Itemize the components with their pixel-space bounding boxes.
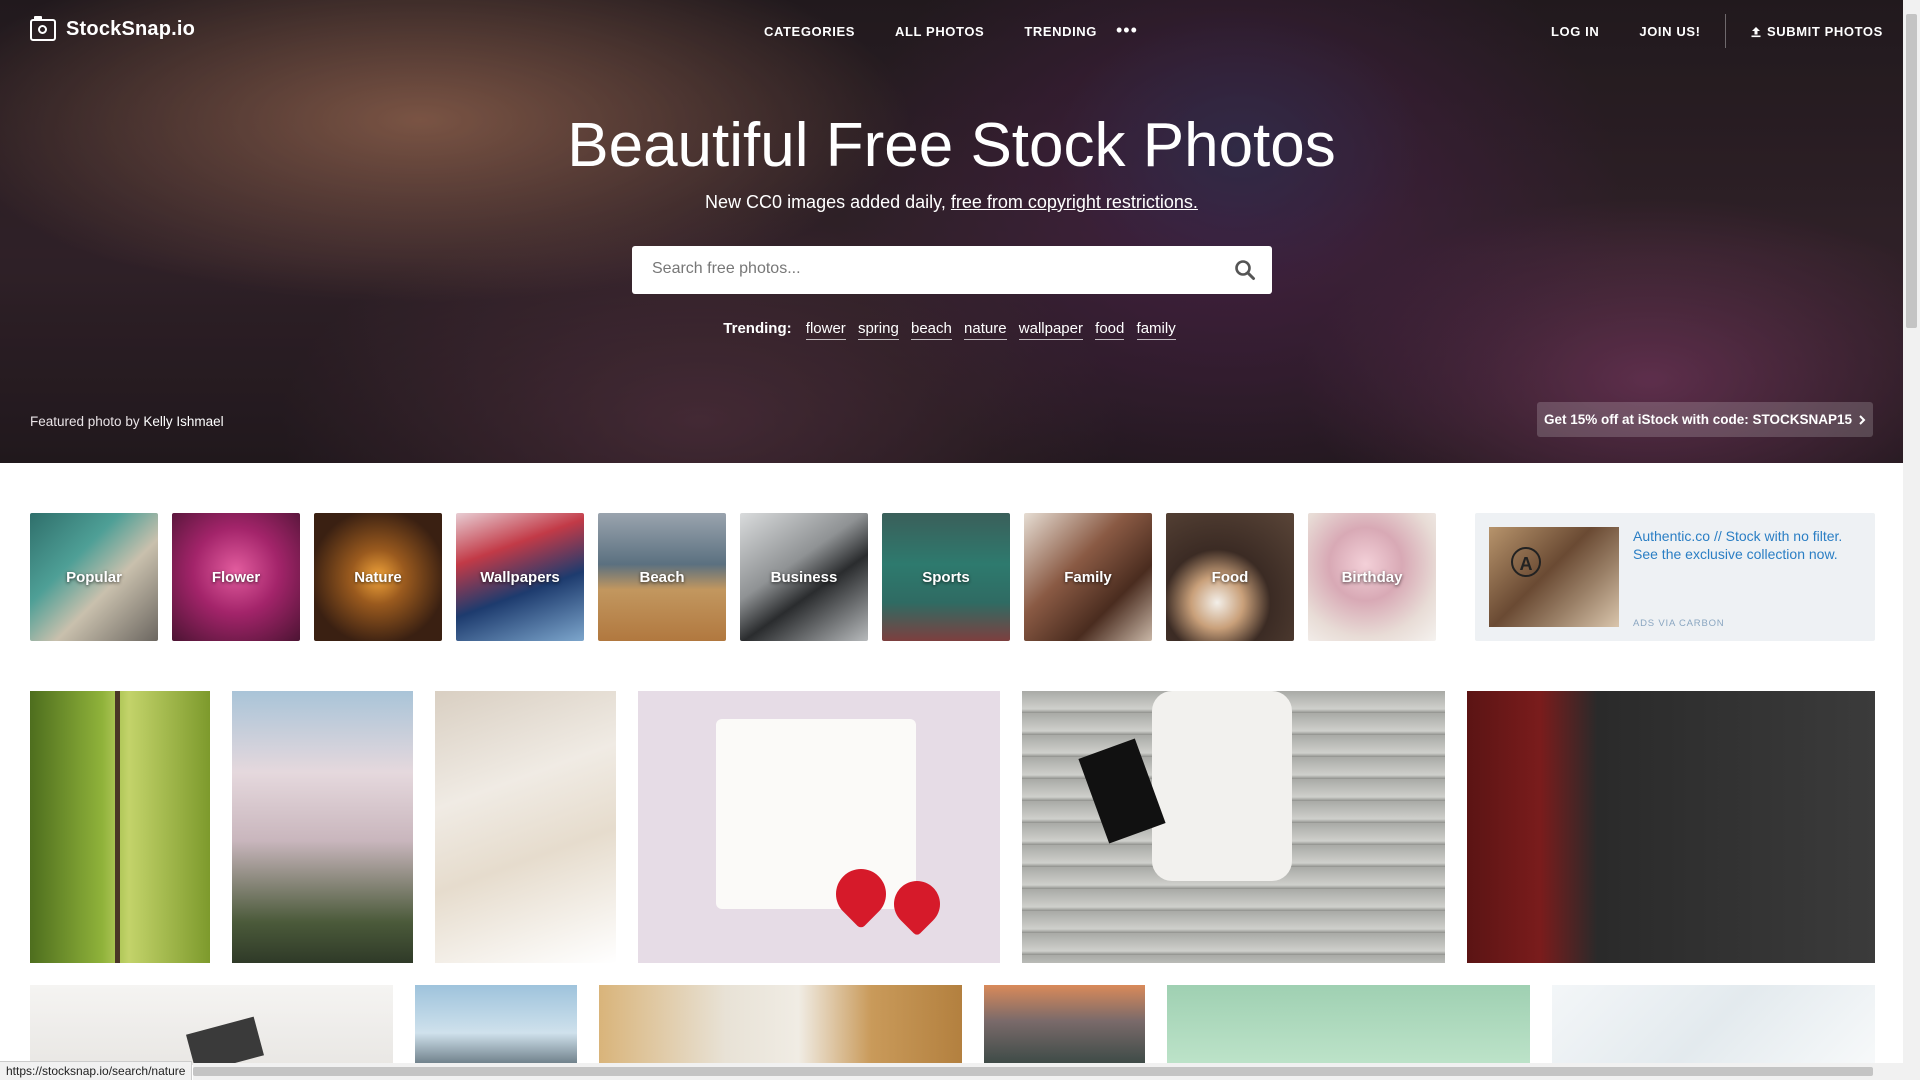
join-link[interactable]: JOIN US!	[1639, 24, 1700, 39]
photo-mint-background[interactable]	[1167, 985, 1530, 1065]
upload-icon	[1751, 26, 1761, 37]
ad-text[interactable]: Authentic.co // Stock with no filter. Se…	[1633, 527, 1865, 563]
hero-overlay	[0, 0, 1903, 463]
vertical-scrollbar[interactable]	[1903, 0, 1920, 1080]
status-bar-url: https://stocksnap.io/search/nature	[0, 1061, 193, 1080]
category-label: Flower	[211, 568, 261, 586]
category-label: Birthday	[1341, 568, 1403, 586]
trending-label: Trending:	[723, 320, 792, 337]
photo-paper-hearts[interactable]	[638, 691, 1000, 963]
logo[interactable]: StockSnap.io	[30, 15, 196, 41]
istock-promo-button[interactable]: Get 15% off at iStock with code: STOCKSN…	[1537, 402, 1873, 437]
category-tiles: Popular Flower Nature Wallpapers Beach B…	[30, 513, 1436, 641]
submit-photos-button[interactable]: SUBMIT PHOTOS	[1750, 24, 1883, 39]
category-label: Beach	[639, 568, 685, 586]
hero-banner: StockSnap.io CATEGORIES ALL PHOTOS TREND…	[0, 0, 1903, 463]
more-menu-icon[interactable]: •••	[1116, 20, 1138, 41]
carbon-ad[interactable]: A Authentic.co // Stock with no filter. …	[1475, 513, 1875, 641]
category-label: Business	[770, 568, 838, 586]
horizontal-scrollbar[interactable]	[193, 1063, 1903, 1080]
category-label: Sports	[922, 568, 970, 586]
search-box	[632, 246, 1272, 294]
category-beach[interactable]: Beach	[598, 513, 726, 641]
photo-woman-notebook[interactable]	[30, 985, 393, 1065]
copyright-link[interactable]: free from copyright restrictions.	[951, 192, 1198, 212]
category-family[interactable]: Family	[1024, 513, 1152, 641]
ad-footer[interactable]: ADS VIA CARBON	[1633, 618, 1724, 629]
featured-credit: Featured photo by Kelly Ishmael	[30, 414, 224, 429]
istock-promo-label: Get 15% off at iStock with code: STOCKSN…	[1543, 412, 1853, 427]
nav-categories[interactable]: CATEGORIES	[764, 24, 855, 39]
tag-wallpaper[interactable]: wallpaper	[1018, 320, 1083, 340]
submit-photos-label: SUBMIT PHOTOS	[1767, 24, 1883, 39]
horizontal-scroll-thumb[interactable]	[193, 1067, 1873, 1076]
photo-blossom-branch[interactable]	[30, 691, 210, 963]
tag-beach[interactable]: beach	[911, 320, 952, 340]
photo-red-leaves-slate[interactable]	[1467, 691, 1875, 963]
category-birthday[interactable]: Birthday	[1308, 513, 1436, 641]
tag-food[interactable]: food	[1095, 320, 1125, 340]
featured-prefix: Featured photo by	[30, 414, 140, 429]
search-icon[interactable]	[1234, 259, 1256, 281]
photo-white-snow[interactable]	[1552, 985, 1875, 1065]
trending-tags: Trending: flower spring beach nature wal…	[0, 320, 1903, 340]
photo-mountain-peak[interactable]	[415, 985, 577, 1065]
tag-family[interactable]: family	[1136, 320, 1176, 340]
hero-title: Beautiful Free Stock Photos	[567, 111, 1336, 180]
category-label: Food	[1211, 568, 1249, 586]
tag-spring[interactable]: spring	[857, 320, 899, 340]
category-popular[interactable]: Popular	[30, 513, 158, 641]
category-food[interactable]: Food	[1166, 513, 1294, 641]
category-label: Wallpapers	[480, 568, 560, 586]
login-link[interactable]: LOG IN	[1551, 24, 1599, 39]
photo-magnolia-tree[interactable]	[232, 691, 413, 963]
chevron-right-icon	[1859, 414, 1866, 425]
category-label: Popular	[66, 568, 122, 586]
top-nav: StockSnap.io CATEGORIES ALL PHOTOS TREND…	[0, 0, 1903, 64]
vertical-scroll-thumb[interactable]	[1906, 14, 1917, 328]
hero-subtitle: New CC0 images added daily, free from co…	[0, 192, 1903, 213]
photo-heels-on-stairs[interactable]	[1022, 691, 1445, 963]
camera-icon	[30, 15, 56, 41]
category-nature[interactable]: Nature	[314, 513, 442, 641]
category-business[interactable]: Business	[740, 513, 868, 641]
ad-image[interactable]: A	[1489, 527, 1619, 627]
tag-flower[interactable]: flower	[805, 320, 846, 340]
category-label: Nature	[354, 568, 402, 586]
page: StockSnap.io CATEGORIES ALL PHOTOS TREND…	[0, 0, 1903, 1080]
search-input[interactable]	[650, 259, 1194, 279]
tag-nature[interactable]: nature	[964, 320, 1007, 340]
hero-subtitle-text: New CC0 images added daily,	[705, 192, 946, 212]
category-label: Family	[1064, 568, 1112, 586]
nav-divider	[1725, 14, 1726, 48]
photo-mountain-sunset[interactable]	[984, 985, 1145, 1065]
photo-woman-white-sweater[interactable]	[435, 691, 616, 963]
main-nav: CATEGORIES ALL PHOTOS TRENDING	[764, 24, 1097, 39]
photo-straw-hat[interactable]	[599, 985, 962, 1065]
category-sports[interactable]: Sports	[882, 513, 1010, 641]
authentic-logo-icon: A	[1511, 547, 1541, 577]
logo-text: StockSnap.io	[66, 18, 196, 40]
featured-author-link[interactable]: Kelly Ishmael	[143, 414, 223, 429]
account-nav: LOG IN JOIN US!	[1551, 24, 1701, 39]
category-wallpapers[interactable]: Wallpapers	[456, 513, 584, 641]
nav-all-photos[interactable]: ALL PHOTOS	[895, 24, 984, 39]
nav-trending[interactable]: TRENDING	[1024, 24, 1097, 39]
category-flower[interactable]: Flower	[172, 513, 300, 641]
